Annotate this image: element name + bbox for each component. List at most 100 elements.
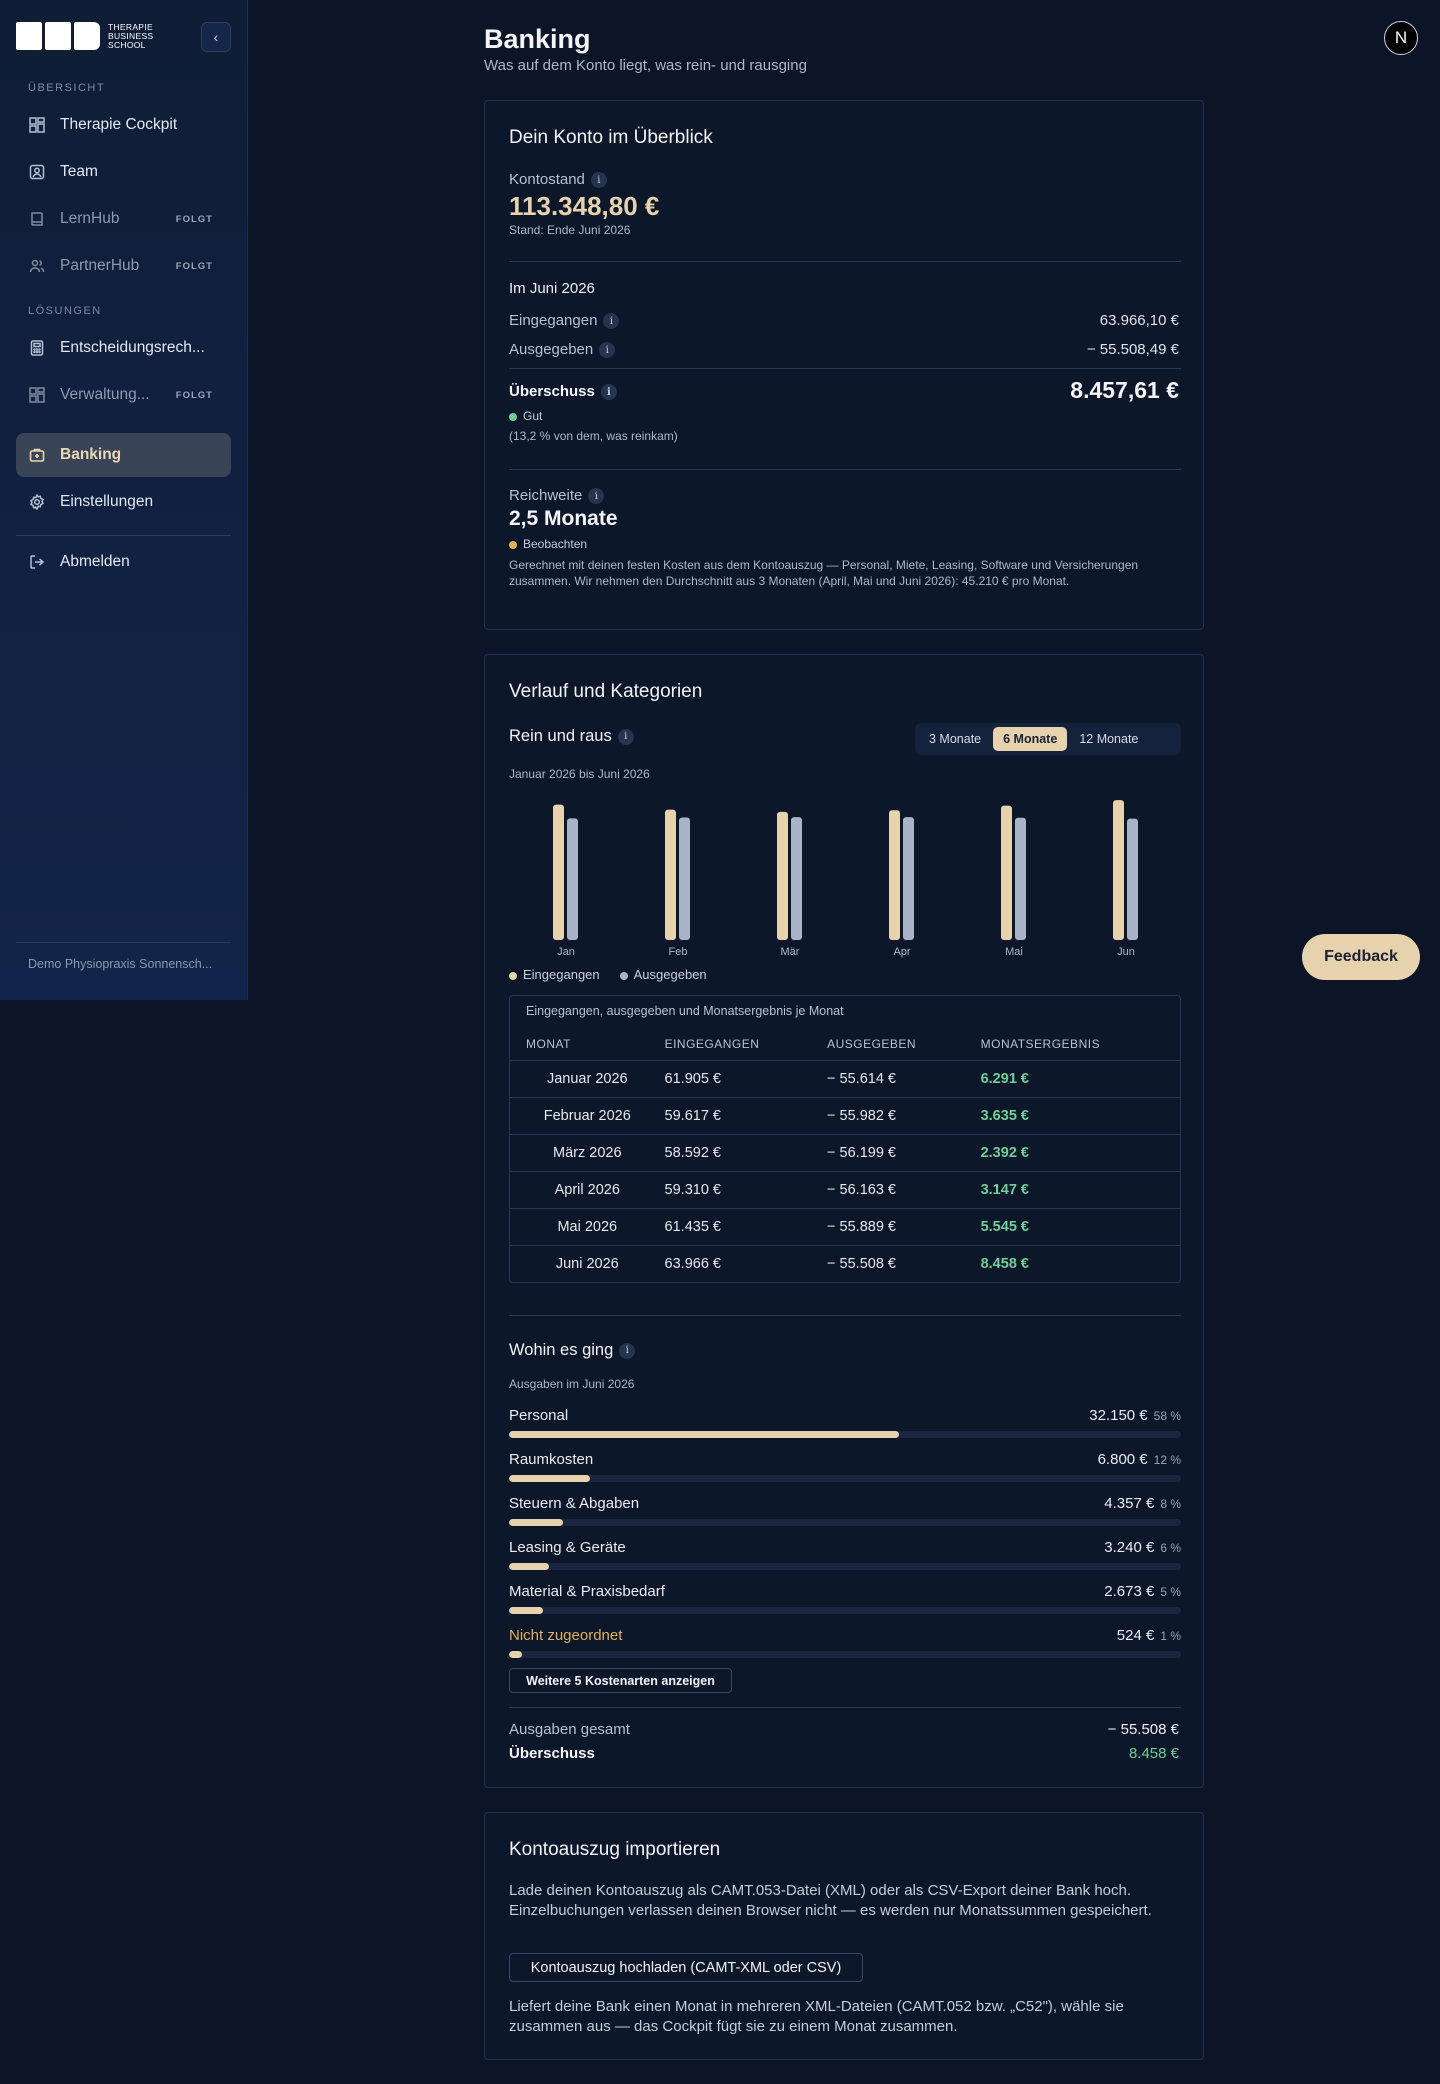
category-bar [509, 1651, 1181, 1658]
category-bar-fill [509, 1651, 523, 1658]
logo-text: THERAPIE BUSINESS SCHOOL [108, 21, 154, 50]
range-option-6[interactable]: 6 Monate [993, 727, 1068, 751]
bar-income-Mär[interactable] [777, 811, 788, 940]
reach-label: Reichweite i [509, 487, 605, 505]
expense-cell: − 56.163 € [827, 1182, 896, 1198]
category-label: Steuern & Abgaben [509, 1495, 640, 1512]
sidebar-item-entscheidungsrechner[interactable]: Entscheidungsrech... [16, 326, 231, 370]
import-card: Kontoauszug importieren Lade deinen Kont… [484, 1812, 1204, 2060]
category-bar [509, 1607, 1181, 1614]
category-bar [509, 1475, 1181, 1482]
income-cell: 63.966 € [664, 1256, 721, 1272]
expense-cell: − 55.614 € [827, 1071, 896, 1087]
bar-income-Mai[interactable] [1001, 805, 1012, 940]
calculator-icon [28, 339, 46, 357]
info-icon[interactable]: i [619, 1342, 636, 1359]
upload-statement-button[interactable]: Kontoauszug hochladen (CAMT-XML oder CSV… [509, 1953, 863, 1982]
bar-income-Jan[interactable] [553, 804, 564, 940]
logo[interactable]: THERAPIE BUSINESS SCHOOL [16, 22, 153, 50]
feedback-button[interactable]: Feedback [1302, 934, 1420, 980]
balance-note: Stand: Ende Juni 2026 [509, 223, 631, 237]
sidebar-item-banking[interactable]: Banking [16, 433, 231, 477]
sidebar-item-team[interactable]: Team [16, 150, 231, 194]
logo-mark [16, 22, 100, 50]
sidebar-item-therapie-cockpit[interactable]: Therapie Cockpit [16, 103, 231, 147]
sidebar-divider [16, 535, 231, 536]
page-title: Banking [484, 24, 591, 54]
gear-icon [28, 493, 46, 511]
result-cell: 2.392 € [980, 1145, 1029, 1161]
surplus-label: Überschuss i [509, 383, 617, 401]
briefcase-icon [28, 446, 46, 464]
category-row: Leasing & Geräte 3.240 €6 % [509, 1539, 1181, 1570]
info-icon[interactable]: i [603, 313, 620, 330]
users-icon [28, 257, 46, 275]
info-icon[interactable]: i [600, 384, 617, 401]
bar-expense-Jun[interactable] [1127, 818, 1138, 940]
divider [509, 261, 1181, 262]
bar-expense-Apr[interactable] [903, 817, 914, 940]
category-bar-fill [509, 1431, 899, 1438]
bar-income-Feb[interactable] [665, 809, 676, 940]
category-label: Raumkosten [509, 1451, 594, 1468]
table-row: März 2026 58.592 € − 56.199 € 2.392 € [510, 1134, 1180, 1171]
bar-expense-Feb[interactable] [679, 817, 690, 940]
import-description: Lade deinen Kontoauszug als CAMT.053-Dat… [509, 1882, 1152, 1919]
sidebar-item-label: LernHub [60, 210, 120, 227]
month-heading: Im Juni 2026 [509, 280, 595, 297]
sidebar-item-abmelden[interactable]: Abmelden [16, 540, 231, 584]
bar-expense-Jan[interactable] [567, 818, 578, 940]
info-icon[interactable]: i [617, 728, 634, 745]
status-dot [509, 412, 517, 421]
collapse-sidebar-button[interactable]: ‹ [201, 22, 231, 52]
divider [509, 469, 1181, 470]
expense-cell: − 56.199 € [827, 1145, 896, 1161]
category-bar [509, 1519, 1181, 1526]
column-header: AUSGEGEBEN [827, 1037, 917, 1051]
category-bar-fill [509, 1475, 590, 1482]
chart-heading: Rein und raus i [509, 727, 634, 746]
bar-income-Jun[interactable] [1113, 800, 1124, 940]
column-header: MONAT [526, 1037, 571, 1051]
info-icon[interactable]: i [588, 488, 605, 505]
page-subtitle: Was auf dem Konto liegt, was rein- und r… [484, 57, 807, 74]
history-card: Verlauf und Kategorien Rein und raus i 3 … [484, 654, 1204, 1788]
bar-income-Apr[interactable] [889, 810, 900, 940]
sidebar-item-partnerhub[interactable]: PartnerHub FOLGT [16, 244, 231, 288]
category-amount: 6.800 €12 % [1097, 1451, 1181, 1468]
category-bar-fill [509, 1519, 563, 1526]
divider [509, 1315, 1181, 1316]
show-more-categories-button[interactable]: Weitere 5 Kostenarten anzeigen [509, 1668, 732, 1693]
import-note: Liefert deine Bank einen Monat in mehrer… [509, 1998, 1124, 2035]
bar-expense-Mär[interactable] [791, 817, 802, 940]
reach-status: Beobachten [509, 537, 587, 551]
bar-expense-Mai[interactable] [1015, 817, 1026, 940]
income-cell: 61.905 € [664, 1071, 721, 1087]
sidebar-item-verwaltung[interactable]: Verwaltung... FOLGT [16, 373, 231, 417]
table-row: Januar 2026 61.905 € − 55.614 € 6.291 € [510, 1060, 1180, 1097]
sidebar-item-label: Verwaltung... [60, 386, 150, 403]
sidebar-item-lernhub[interactable]: LernHub FOLGT [16, 197, 231, 241]
category-bar [509, 1563, 1181, 1570]
range-option-12[interactable]: 12 Monate [1069, 727, 1148, 751]
sidebar-item-label: PartnerHub [60, 257, 140, 274]
practice-name[interactable]: Demo Physiopraxis Sonnensch... [28, 957, 228, 971]
sidebar-footer-divider [16, 942, 231, 943]
x-tick-label: Apr [893, 946, 910, 958]
info-icon[interactable]: i [590, 172, 607, 189]
category-bar-fill [509, 1563, 550, 1570]
income-cell: 59.310 € [664, 1182, 721, 1198]
legend-item-expenses: Ausgegeben [619, 967, 707, 982]
table-row: Mai 2026 61.435 € − 55.889 € 5.545 € [510, 1208, 1180, 1245]
column-header: MONATSERGEBNIS [980, 1037, 1101, 1051]
result-cell: 5.545 € [980, 1219, 1029, 1235]
avatar[interactable]: N [1384, 21, 1418, 55]
month-cell: März 2026 [553, 1145, 622, 1161]
range-option-3[interactable]: 3 Monate [919, 727, 991, 751]
income-label: Eingegangen i [509, 312, 620, 330]
sidebar-item-einstellungen[interactable]: Einstellungen [16, 480, 231, 524]
reach-value: 2,5 Monate [509, 507, 618, 530]
category-row: Nicht zugeordnet 524 €1 % [509, 1627, 1181, 1658]
category-row: Steuern & Abgaben 4.357 €8 % [509, 1495, 1181, 1526]
info-icon[interactable]: i [599, 342, 616, 359]
